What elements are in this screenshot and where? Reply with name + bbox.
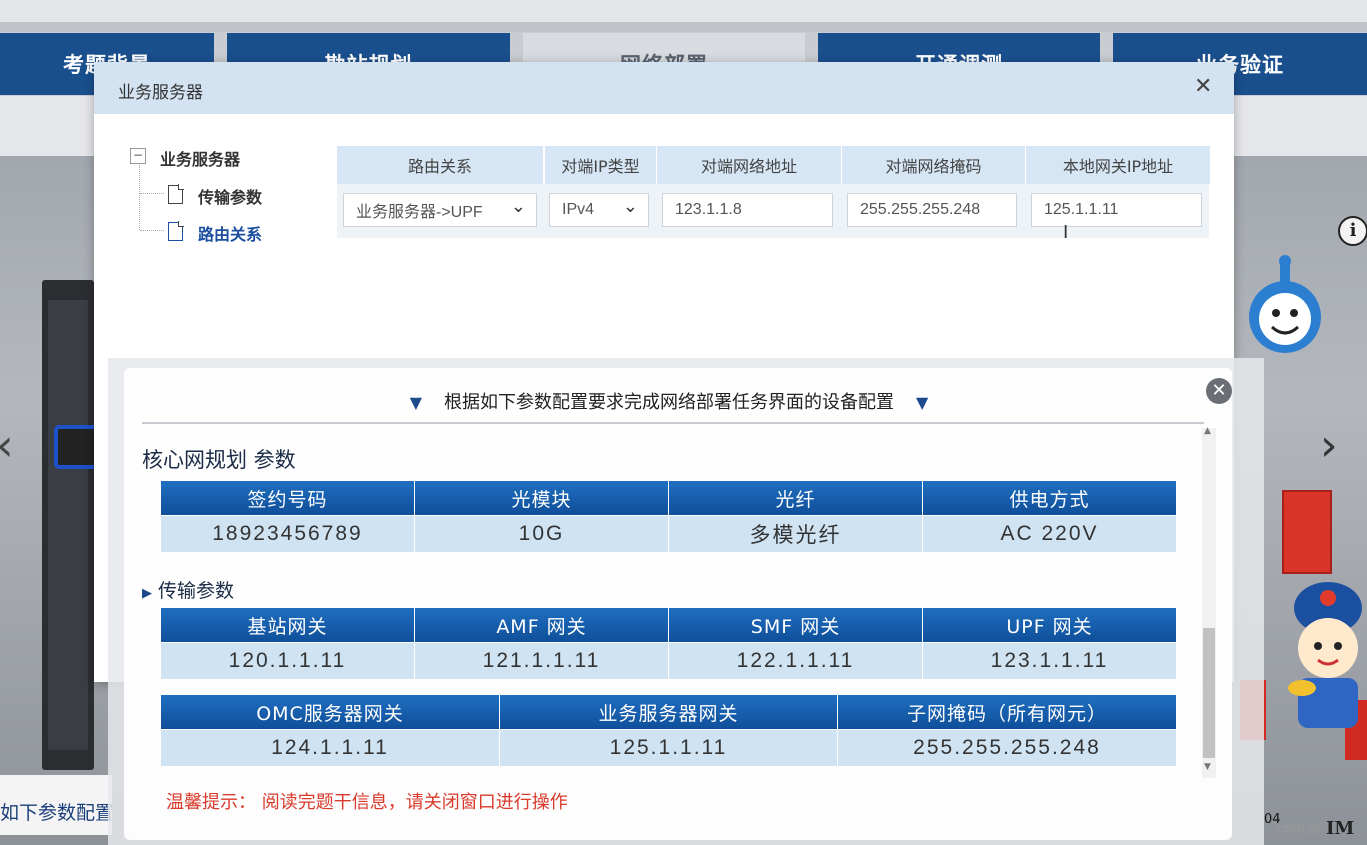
table-cell: 121.1.1.11 [415,643,668,679]
tree-root[interactable]: 业务服务器 [160,146,240,170]
table-cell: 255.255.255.248 [838,730,1176,766]
server-rack-body [48,300,88,750]
local-gateway-input[interactable]: 125.1.1.11 [1031,193,1202,227]
tree-item-routing[interactable]: 路由关系 [198,221,262,245]
watermark: CSDN @u... [1276,824,1334,835]
document-icon [168,184,184,204]
triangle-down-icon: ▼ [409,393,422,412]
scene-next-arrow-icon[interactable]: › [1320,420,1338,471]
ip-type-select[interactable]: IPv4 [549,193,649,227]
subsection-title: ▶ 传输参数 [142,576,234,603]
column-header: 子网掩码（所有网元） [838,695,1176,729]
document-icon [168,221,184,241]
table-cell: 120.1.1.11 [161,643,414,679]
close-icon[interactable]: ✕ [1194,74,1212,99]
top-divider [0,22,1367,32]
brand-logo-icon: IM [1326,818,1355,839]
peer-mask-input[interactable]: 255.255.255.248 [847,193,1017,227]
peer-address-input[interactable]: 123.1.1.8 [662,193,833,227]
column-header: UPF 网关 [923,608,1176,642]
mascot-robot-icon [1249,255,1321,353]
column-header: 业务服务器网关 [500,695,837,729]
column-header: 本地网关IP地址 [1025,146,1210,184]
info-icon[interactable]: i [1338,216,1367,246]
table-cell: 122.1.1.11 [669,643,922,679]
column-header: AMF 网关 [415,608,668,642]
column-header: OMC服务器网关 [161,695,499,729]
table-cell: 125.1.1.11 [500,730,837,766]
mascot-official-icon [1288,582,1362,728]
column-header: 路由关系 [337,146,543,184]
hint-title-text: 根据如下参数配置要求完成网络部署任务界面的设备配置 [444,392,894,413]
column-header: SMF 网关 [669,608,922,642]
table-cell: 10G [415,516,668,552]
fire-cabinet [1282,490,1332,574]
tree-item-transport[interactable]: 传输参数 [198,184,262,208]
column-header: 签约号码 [161,481,414,515]
table-cell: 多模光纤 [669,516,922,552]
table-cell: 123.1.1.11 [923,643,1176,679]
browser-top-strip [0,0,1367,22]
parameter-hint-dialog: ▼ 根据如下参数配置要求完成网络部署任务界面的设备配置 ▼ ✕ ▲ ▼ 核心网规划 … [124,368,1232,840]
column-header: 基站网关 [161,608,414,642]
column-header: 对端网络地址 [656,146,841,184]
hint-dialog-title: ▼ 根据如下参数配置要求完成网络部署任务界面的设备配置 ▼ [124,388,1214,414]
divider [142,422,1204,424]
triangle-right-icon: ▶ [142,586,152,601]
dialog-header: 业务服务器 ✕ [94,62,1234,114]
table-cell: 124.1.1.11 [161,730,499,766]
triangle-down-icon: ▼ [916,393,929,412]
column-header: 对端网络掩码 [841,146,1025,184]
column-header: 供电方式 [923,481,1176,515]
tree-connector [140,230,164,231]
tree-collapse-icon[interactable]: − [130,148,146,164]
scrollbar-thumb[interactable] [1203,628,1215,758]
dialog-title: 业务服务器 [118,83,203,103]
text-cursor-icon: I [1063,222,1069,243]
column-header: 光模块 [415,481,668,515]
column-header: 对端IP类型 [544,146,656,184]
section-title: 核心网规划 参数 [142,448,296,472]
table-cell: 18923456789 [161,516,414,552]
close-icon[interactable]: ✕ [1206,378,1232,404]
column-header: 光纤 [669,481,922,515]
route-select[interactable]: 业务服务器->UPF [343,193,537,227]
scroll-down-icon[interactable]: ▼ [1204,762,1211,772]
scene-prev-arrow-icon[interactable]: ‹ [0,420,14,471]
scroll-up-icon[interactable]: ▲ [1204,426,1211,436]
subsection-text: 传输参数 [158,580,235,602]
bottom-hint-text[interactable]: 如下参数配置 [0,798,114,825]
tree-connector [139,165,140,230]
table-cell: AC 220V [923,516,1176,552]
warning-text: 温馨提示： 阅读完题干信息，请关闭窗口进行操作 [166,792,568,813]
tree-connector [140,193,164,194]
